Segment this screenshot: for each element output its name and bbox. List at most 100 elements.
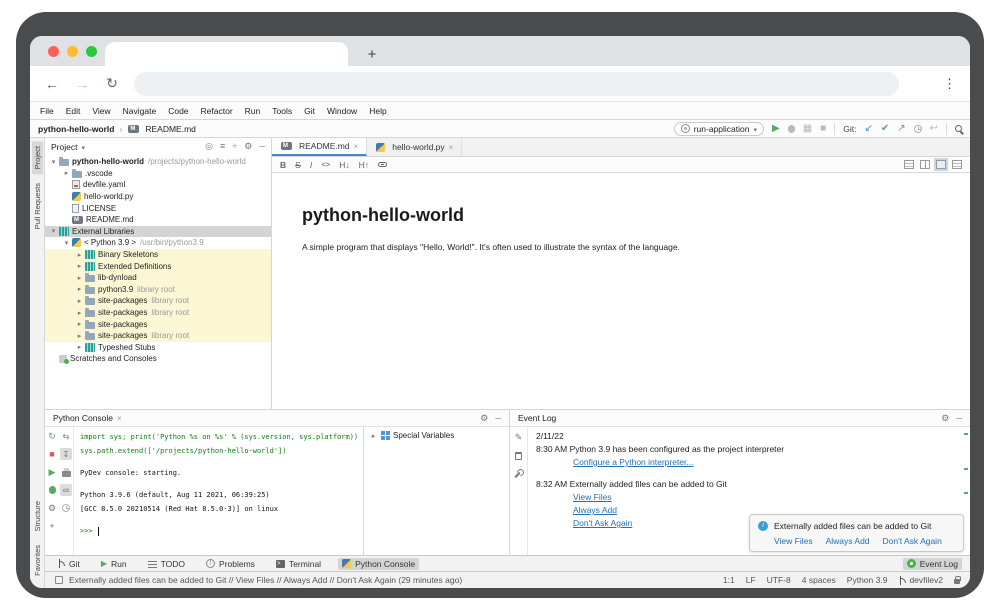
console-output[interactable]: import sys; print('Python %s on %s' % (s… (74, 427, 363, 555)
chevron-down-icon[interactable] (49, 158, 58, 166)
reload-button[interactable] (104, 75, 120, 92)
python-console-tab[interactable]: Python Console (53, 413, 113, 423)
expand-collapse-button[interactable] (232, 141, 237, 152)
run-button[interactable] (772, 124, 780, 134)
tool-run[interactable]: Run (97, 558, 131, 570)
attach-debugger-button[interactable] (46, 484, 58, 496)
clear-log-button[interactable] (515, 452, 522, 460)
menu-code[interactable]: Code (162, 106, 194, 116)
italic-button[interactable]: I (310, 160, 312, 170)
stop-console-button[interactable] (46, 448, 58, 460)
tree-row[interactable]: Binary Skeletons (45, 249, 271, 261)
chevron-right-icon[interactable] (62, 169, 71, 177)
chevron-down-icon[interactable] (62, 239, 71, 247)
git-branch-widget[interactable]: devfilev2 (898, 575, 943, 585)
stripe-tab-favorites[interactable]: Favorites (32, 540, 43, 581)
scroll-to-end-button[interactable] (60, 448, 72, 460)
strikethrough-button[interactable]: S (295, 160, 301, 170)
new-console-button[interactable] (46, 520, 58, 532)
header-up-button[interactable]: H↑ (359, 160, 369, 170)
header-down-button[interactable]: H↓ (339, 160, 349, 170)
notification-square-icon[interactable] (55, 576, 63, 584)
tree-row[interactable]: LICENSE (45, 202, 271, 214)
print-button[interactable] (60, 466, 72, 478)
console-line[interactable] (80, 458, 357, 466)
indent-setting[interactable]: 4 spaces (802, 575, 836, 585)
console-line[interactable]: PyDev console: starting. (80, 466, 357, 480)
chevron-right-icon[interactable] (75, 343, 84, 351)
editor-layout-button[interactable] (952, 160, 962, 169)
event-log-title[interactable]: Event Log (518, 413, 556, 423)
git-update-button[interactable] (864, 124, 872, 134)
browser-tab[interactable] (105, 42, 348, 66)
tree-row[interactable]: Scratches and Consoles (45, 353, 271, 365)
close-icon[interactable] (117, 414, 122, 423)
chevron-down-icon[interactable] (49, 227, 58, 235)
chevron-right-icon[interactable] (75, 251, 84, 259)
bold-button[interactable]: B (280, 160, 286, 170)
tool-todo[interactable]: TODO (144, 558, 189, 570)
chevron-right-icon[interactable] (75, 285, 84, 293)
tree-row[interactable]: < Python 3.9 >/usr/bin/python3.9 (45, 237, 271, 249)
tree-row[interactable]: Typeshed Stubs (45, 342, 271, 354)
tree-row[interactable]: python3.9library root (45, 284, 271, 296)
chevron-right-icon[interactable] (369, 432, 378, 440)
address-bar[interactable] (134, 72, 899, 96)
rerun-button[interactable] (46, 430, 58, 442)
console-line[interactable]: >>> (80, 524, 357, 538)
notification-link[interactable]: Always Add (826, 536, 870, 546)
tool-terminal[interactable]: Terminal (272, 558, 325, 570)
stripe-tab-structure[interactable]: Structure (32, 496, 43, 536)
git-push-button[interactable] (897, 124, 905, 134)
tree-row[interactable]: README.md (45, 214, 271, 226)
forward-button[interactable] (74, 76, 90, 92)
menu-view[interactable]: View (86, 106, 116, 116)
minimize-window-button[interactable] (67, 46, 78, 57)
split-view-button[interactable] (920, 160, 930, 169)
stop-button[interactable] (820, 124, 826, 134)
rollback-button[interactable] (930, 124, 938, 134)
special-variables-node[interactable]: Special Variables (369, 431, 504, 440)
console-settings-button[interactable] (46, 502, 58, 514)
event-link[interactable]: Don't Ask Again (573, 518, 632, 528)
event-link[interactable]: Always Add (573, 505, 617, 515)
maximize-window-button[interactable] (86, 46, 97, 57)
new-tab-button[interactable] (360, 42, 384, 66)
project-panel-title[interactable]: Project (51, 142, 77, 152)
gear-icon[interactable] (941, 413, 949, 424)
coverage-button[interactable] (803, 124, 812, 134)
locate-file-button[interactable] (205, 141, 213, 152)
tool-event-log[interactable]: Event Log (903, 558, 962, 570)
caret-position[interactable]: 1:1 (723, 575, 735, 585)
link-button[interactable] (378, 162, 387, 167)
close-icon[interactable] (354, 142, 359, 151)
tool-problems[interactable]: Problems (202, 558, 259, 570)
console-line[interactable]: sys.path.extend(['/projects/python-hello… (80, 444, 357, 458)
tree-row[interactable]: site-packageslibrary root (45, 307, 271, 319)
editor-tab-hello-world[interactable]: hello-world.py (367, 138, 462, 156)
tree-row[interactable]: site-packageslibrary root (45, 295, 271, 307)
mark-all-read-button[interactable] (515, 432, 523, 443)
browser-menu-button[interactable] (943, 76, 956, 92)
editor-only-view-button[interactable] (904, 160, 914, 169)
gear-icon[interactable] (480, 413, 488, 424)
notification-link[interactable]: Don't Ask Again (883, 536, 942, 546)
gear-icon[interactable] (244, 141, 252, 152)
breadcrumb-project[interactable]: python-hello-world (38, 124, 115, 134)
menu-navigate[interactable]: Navigate (117, 106, 163, 116)
hide-panel-button[interactable] (956, 413, 962, 423)
chevron-right-icon[interactable] (75, 262, 84, 270)
git-commit-button[interactable] (881, 124, 889, 134)
menu-tools[interactable]: Tools (266, 106, 298, 116)
console-history-button[interactable] (60, 502, 72, 514)
tree-row[interactable]: External Libraries (45, 226, 271, 238)
console-line[interactable] (80, 480, 357, 488)
history-button[interactable] (914, 125, 922, 133)
menu-file[interactable]: File (34, 106, 60, 116)
stripe-tab-pull-requests[interactable]: Pull Requests (32, 178, 43, 234)
chevron-right-icon[interactable] (75, 332, 84, 340)
chevron-right-icon[interactable] (75, 320, 84, 328)
chevron-right-icon[interactable] (75, 309, 84, 317)
log-settings-button[interactable] (514, 469, 524, 479)
line-separator[interactable]: LF (746, 575, 756, 585)
